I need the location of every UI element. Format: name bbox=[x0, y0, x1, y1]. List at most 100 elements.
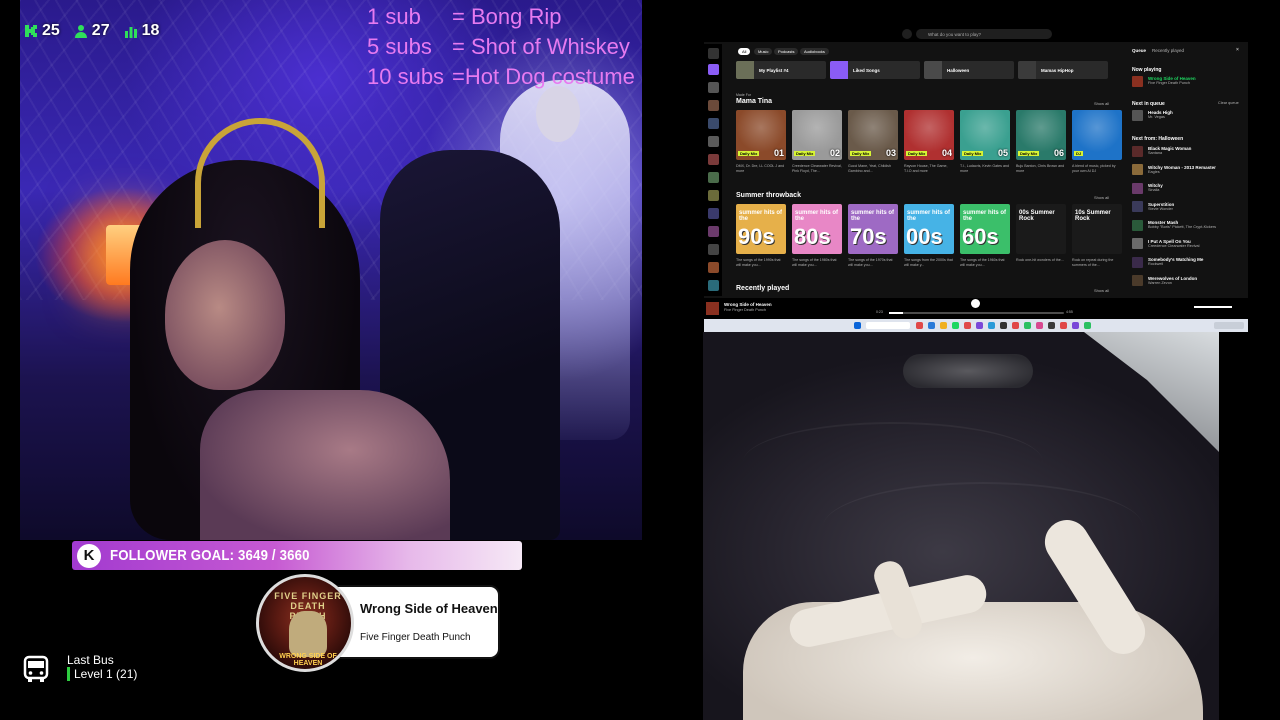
folder-icon[interactable] bbox=[940, 322, 947, 329]
mix-card[interactable]: Daily Mix 03 Gucci Mane, Yeat, Childish Ga… bbox=[848, 110, 898, 174]
throwback-card[interactable]: summer hits of the 00s The songs from the … bbox=[904, 204, 954, 268]
section-title[interactable]: Mama Tina bbox=[736, 98, 772, 105]
chip-all[interactable]: All bbox=[738, 48, 751, 55]
playlist-cover: summer hits of the 80s bbox=[792, 204, 842, 254]
sub-count: 1 sub bbox=[367, 4, 421, 29]
quick-access-item[interactable]: My Playlist #4 bbox=[736, 61, 826, 79]
show-all-link[interactable]: Show all bbox=[1094, 195, 1109, 200]
search-input[interactable]: What do you want to play? bbox=[916, 29, 1052, 39]
cover-decade: 70s bbox=[850, 224, 887, 249]
cover-decade: 90s bbox=[738, 224, 775, 249]
playlist-thumb[interactable] bbox=[708, 226, 719, 237]
windows-start-icon[interactable] bbox=[854, 322, 861, 329]
playlist-thumb[interactable] bbox=[708, 82, 719, 93]
app-icon[interactable] bbox=[1084, 322, 1091, 329]
queue-now-item[interactable]: Wrong Side of Heaven Five Finger Death Pu… bbox=[1132, 74, 1244, 88]
chip-music[interactable]: Music bbox=[754, 48, 773, 55]
app-icon[interactable] bbox=[1012, 322, 1019, 329]
chip-audiobooks[interactable]: Audiobooks bbox=[800, 48, 829, 55]
sub-count: 10 subs bbox=[367, 64, 445, 89]
mix-tag: Daily Mix bbox=[906, 151, 928, 156]
sub-count: 5 subs bbox=[367, 34, 432, 59]
quick-access-item[interactable]: Mamas HipHop bbox=[1018, 61, 1108, 79]
spotify-window[interactable]: What do you want to play? All Music Podc… bbox=[704, 26, 1248, 318]
progress-fill bbox=[889, 312, 903, 314]
play-pause-button[interactable] bbox=[971, 299, 980, 308]
playlist-thumb[interactable] bbox=[708, 244, 719, 255]
queue-item[interactable]: Witchy Sinalla bbox=[1132, 181, 1244, 195]
throwback-card[interactable]: 10s Summer Rock Rock on repeat during the… bbox=[1072, 204, 1122, 268]
queue-item[interactable]: Werewolves of London Warren Zevon bbox=[1132, 274, 1244, 288]
queue-item[interactable]: Black Magic Woman Santana bbox=[1132, 144, 1244, 158]
volume-slider[interactable] bbox=[1194, 306, 1232, 308]
app-icon[interactable] bbox=[1060, 322, 1067, 329]
mix-card[interactable]: Daily Mix 05 T.I., Ludacris, Kevin Gates a… bbox=[960, 110, 1010, 174]
progress-bar[interactable] bbox=[889, 312, 1064, 314]
chip-podcasts[interactable]: Podcasts bbox=[774, 48, 799, 55]
now-playing-title: Wrong Side of Heaven bbox=[360, 601, 498, 616]
playlist-thumb[interactable] bbox=[708, 280, 719, 291]
taskbar-search[interactable] bbox=[866, 322, 910, 329]
app-icon[interactable] bbox=[964, 322, 971, 329]
playlist-thumb[interactable] bbox=[708, 154, 719, 165]
throwback-card[interactable]: 00s Summer Rock Rock one-hit wonders of t… bbox=[1016, 204, 1066, 263]
quick-access-item[interactable]: Halloween bbox=[924, 61, 1014, 79]
throwback-card[interactable]: summer hits of the 70s The songs of the 19… bbox=[848, 204, 898, 268]
app-icon[interactable] bbox=[916, 322, 923, 329]
app-icon[interactable] bbox=[928, 322, 935, 329]
quick-label: Halloween bbox=[947, 67, 970, 73]
mix-card[interactable]: Daily Mix 01 DMX, Dr. Dre, LL COOL J and m… bbox=[736, 110, 786, 174]
playlist-thumb[interactable] bbox=[708, 118, 719, 129]
app-icon[interactable] bbox=[1048, 322, 1055, 329]
playlist-thumb[interactable] bbox=[708, 208, 719, 219]
tab-recently-played[interactable]: Recently played bbox=[1152, 48, 1184, 53]
mix-cover: Daily Mix 06 bbox=[1016, 110, 1066, 160]
mix-card[interactable]: Daily Mix 04 Rayvon House, The Game, T.I.O… bbox=[904, 110, 954, 174]
playlist-thumb[interactable] bbox=[708, 190, 719, 201]
app-icon[interactable] bbox=[1072, 322, 1079, 329]
playlist-thumb[interactable] bbox=[708, 262, 719, 273]
tab-queue[interactable]: Queue bbox=[1132, 48, 1146, 53]
mix-card[interactable]: DJ A blend of music, picked by your own A… bbox=[1072, 110, 1122, 174]
close-icon[interactable]: × bbox=[1236, 47, 1239, 53]
queue-item[interactable]: Witchy Woman - 2013 Remaster Eagles bbox=[1132, 163, 1244, 177]
cover-subtitle: 00s Summer Rock bbox=[1019, 210, 1055, 222]
app-icon[interactable] bbox=[1000, 322, 1007, 329]
player-artist[interactable]: Five Finger Death Punch bbox=[724, 308, 766, 312]
throwback-card[interactable]: summer hits of the 60s The songs of the 19… bbox=[960, 204, 1010, 268]
player-album-thumb[interactable] bbox=[706, 302, 719, 315]
app-icon[interactable] bbox=[976, 322, 983, 329]
throwback-card[interactable]: summer hits of the 90s The songs of the 19… bbox=[736, 204, 786, 268]
mix-cover: Daily Mix 04 bbox=[904, 110, 954, 160]
show-all-link[interactable]: Show all bbox=[1094, 288, 1109, 293]
section-title[interactable]: Summer throwback bbox=[736, 192, 801, 199]
home-button[interactable] bbox=[902, 29, 912, 39]
playlist-thumb[interactable] bbox=[708, 172, 719, 183]
player-title[interactable]: Wrong Side of Heaven bbox=[724, 302, 772, 307]
quick-access-item[interactable]: Liked Songs bbox=[830, 61, 920, 79]
queue-item[interactable]: Heads High Mr. Vegas bbox=[1132, 108, 1244, 122]
mix-card[interactable]: Daily Mix 02 Creedence Clearwater Revival,… bbox=[792, 110, 842, 174]
app-icon[interactable] bbox=[1024, 322, 1031, 329]
track-artist: Five Finger Death Punch bbox=[1148, 81, 1190, 85]
playlist-thumb[interactable] bbox=[708, 100, 719, 111]
library-icon[interactable] bbox=[708, 48, 719, 59]
spotify-icon[interactable] bbox=[952, 322, 959, 329]
liked-songs-thumb[interactable] bbox=[708, 64, 719, 75]
app-icon[interactable] bbox=[1036, 322, 1043, 329]
queue-item[interactable]: Superstition Stevie Wonder bbox=[1132, 200, 1244, 214]
app-icon[interactable] bbox=[988, 322, 995, 329]
mix-card[interactable]: Daily Mix 06 Buju Banton, Chris Brown and … bbox=[1016, 110, 1066, 174]
clear-queue-button[interactable]: Clear queue bbox=[1218, 101, 1239, 105]
section-title[interactable]: Recently played bbox=[736, 285, 789, 292]
queue-item[interactable]: I Put A Spell On You Creedence Clearwater… bbox=[1132, 237, 1244, 251]
queue-item[interactable]: Monster Mash Bobby "Boris" Pickett, The C… bbox=[1132, 218, 1244, 232]
show-all-link[interactable]: Show all bbox=[1094, 101, 1109, 106]
queue-item[interactable]: Somebody's Watching Me Rockwell bbox=[1132, 255, 1244, 269]
person-icon bbox=[74, 25, 87, 38]
playlist-thumb[interactable] bbox=[708, 136, 719, 147]
system-tray[interactable] bbox=[1214, 322, 1244, 329]
throwback-card[interactable]: summer hits of the 80s The songs of the 19… bbox=[792, 204, 842, 268]
mix-tag: Daily Mix bbox=[794, 151, 816, 156]
bus-level: Level 1 (21) bbox=[67, 667, 137, 681]
